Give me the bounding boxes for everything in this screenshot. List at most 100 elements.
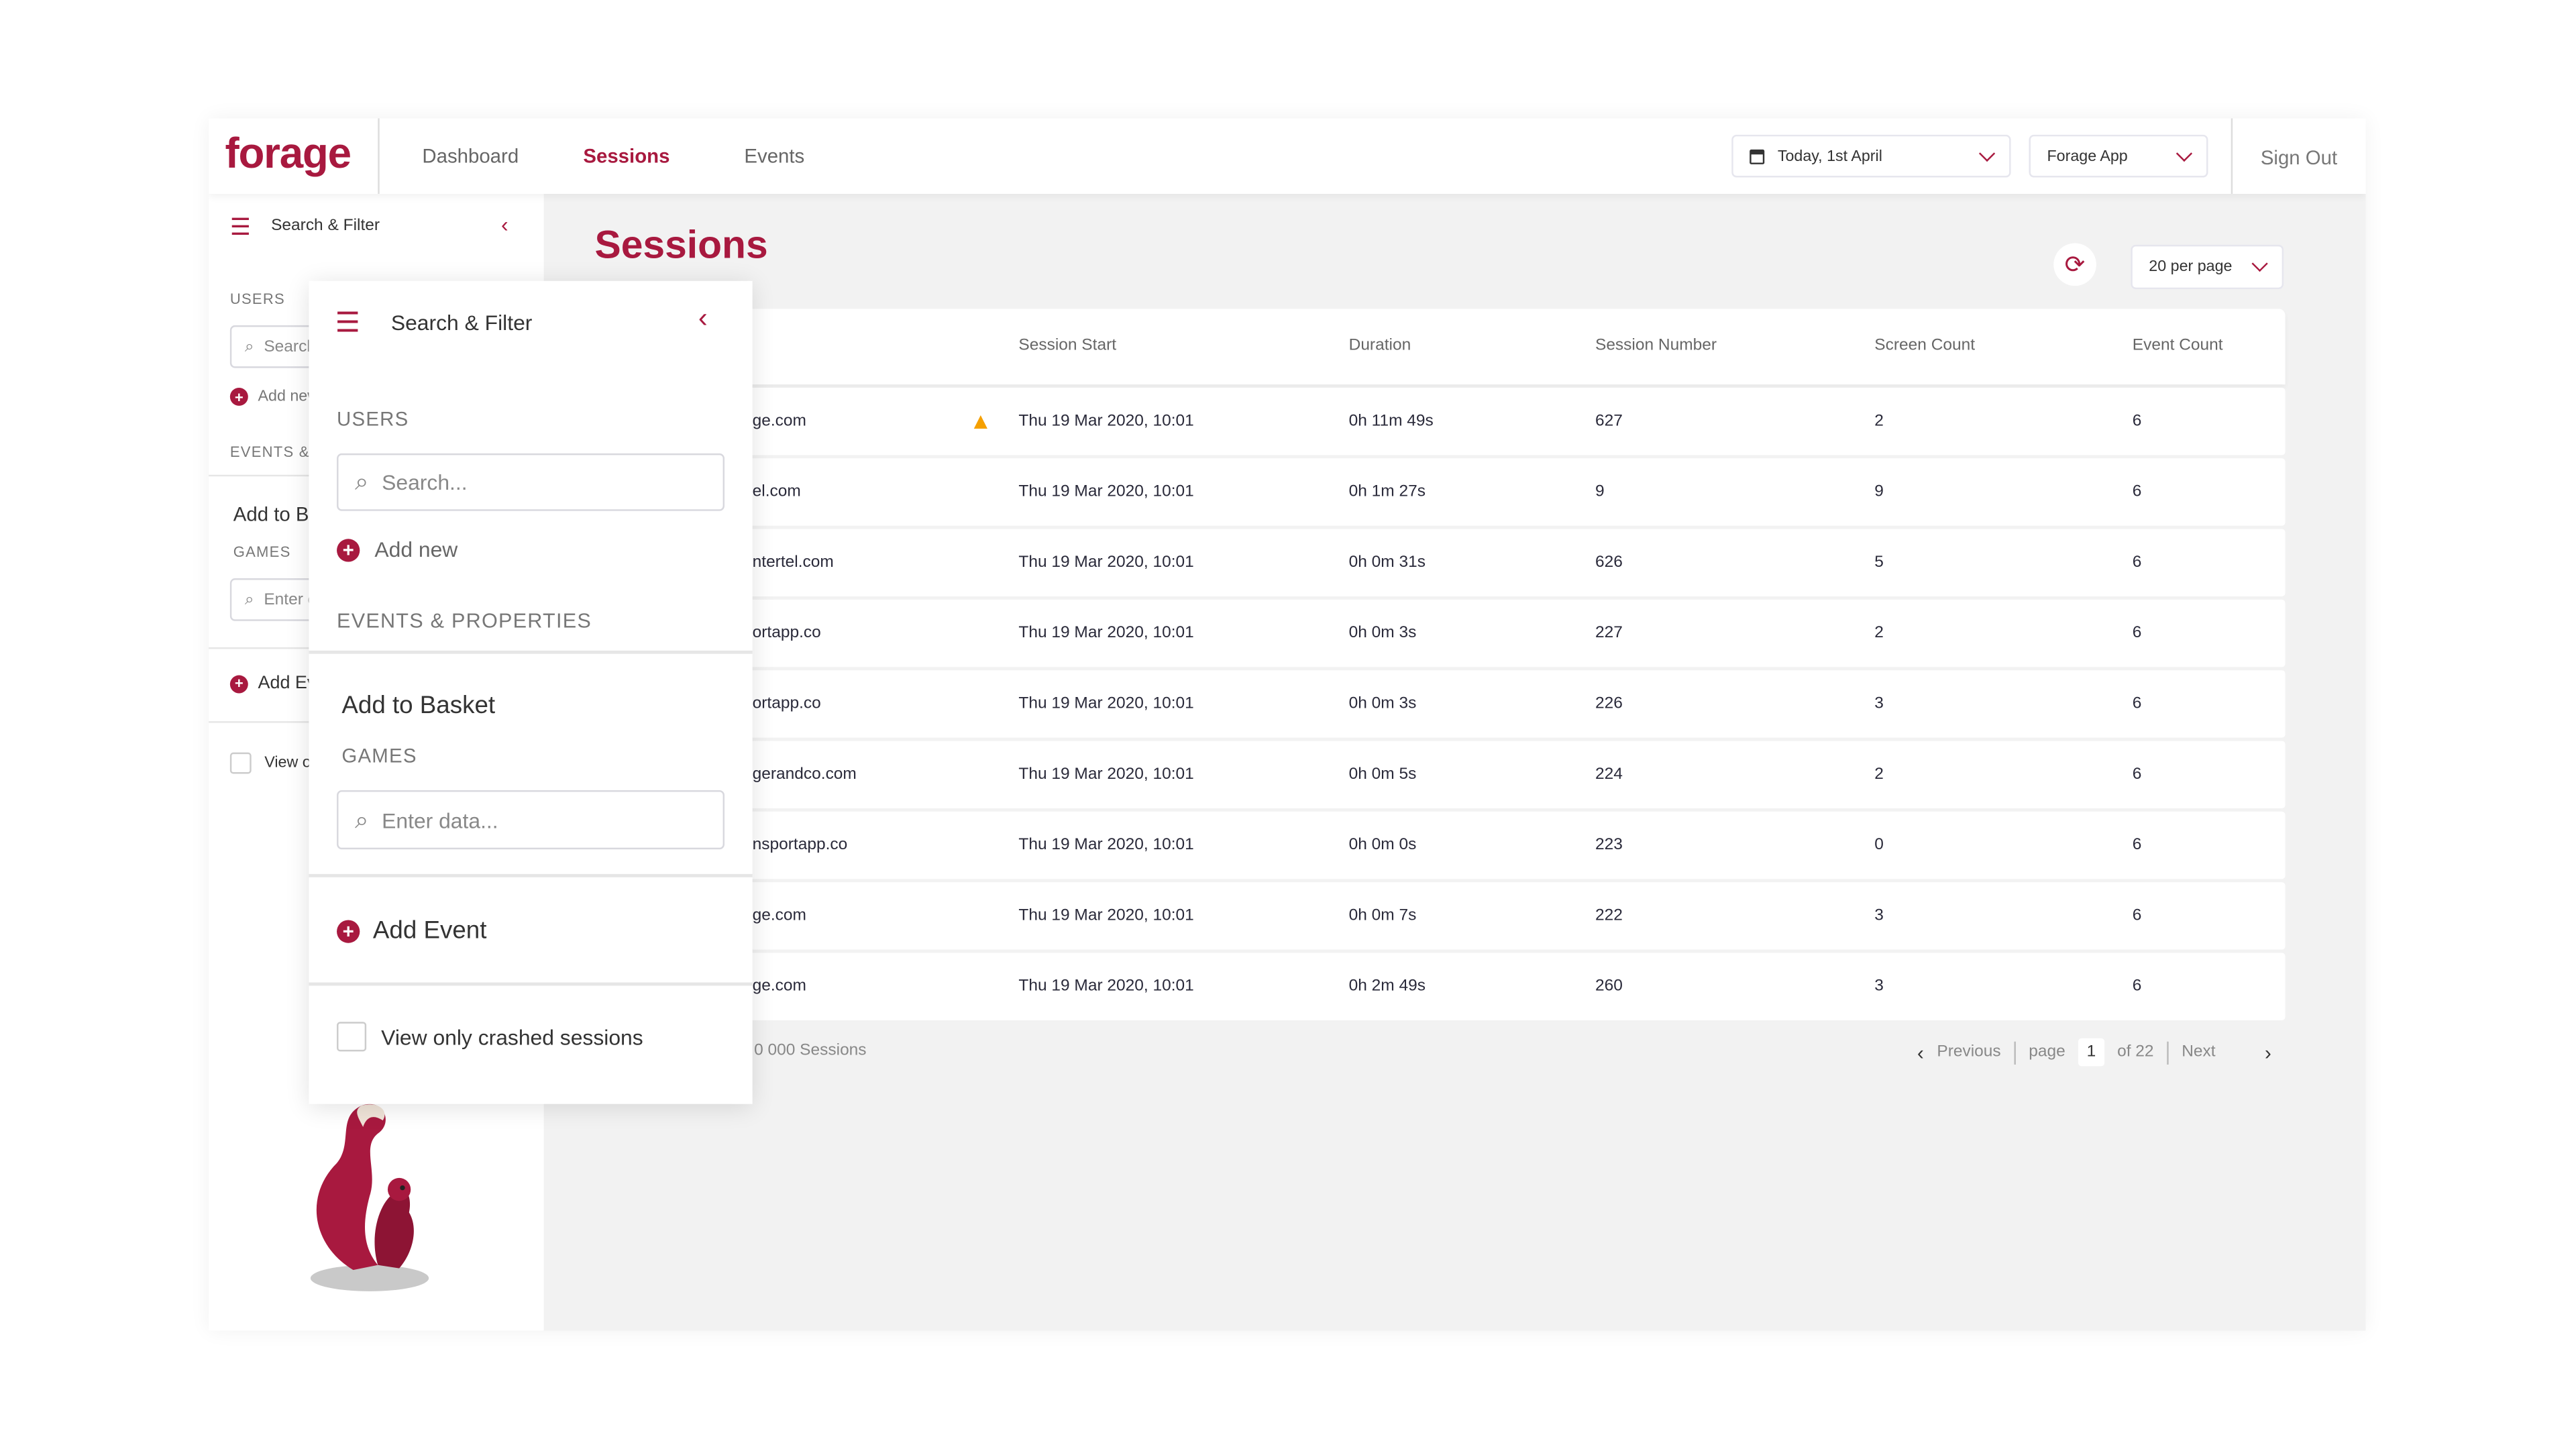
squirrel-mascot-illustration [310, 1104, 429, 1291]
duration-cell: 0h 0m 5s [1348, 765, 1417, 784]
table-row[interactable]: ortapp.co Thu 19 Mar 2020, 10:01 0h 0m 3s 2… [594, 599, 2286, 667]
prev-chevron-icon[interactable]: ‹ [1917, 1040, 1924, 1063]
app-select[interactable]: Forage App [2029, 134, 2208, 178]
search-filter-panel: ☰ Search & Filter ‹ USERS ⌕ Search... + Ad… [309, 280, 753, 1104]
start-cell: Thu 19 Mar 2020, 10:01 [1018, 694, 1194, 713]
add-user-button[interactable]: + Add new [337, 537, 458, 562]
nav-sessions[interactable]: Sessions [583, 145, 669, 168]
next-chevron-icon[interactable]: › [2265, 1040, 2271, 1063]
duration-cell: 0h 0m 3s [1348, 624, 1417, 643]
label: Add Event [372, 916, 487, 945]
add-user-button[interactable]: + Add new [229, 387, 319, 406]
column-header[interactable]: Session Start [1018, 309, 1116, 384]
search-icon: ⌕ [354, 806, 369, 834]
add-event-button[interactable]: + Add Event [337, 917, 486, 945]
property-label: GAMES [341, 744, 417, 767]
sidebar-title: Search & Filter [271, 217, 380, 235]
table-row[interactable]: ge.com Thu 19 Mar 2020, 10:01 0h 2m 49s 260… [594, 953, 2286, 1020]
number-cell: 627 [1595, 412, 1623, 431]
app-select-value: Forage App [2047, 147, 2128, 166]
column-header[interactable]: Session Number [1595, 309, 1717, 384]
user-cell: gerandco.com [752, 765, 857, 784]
page-title: Sessions [594, 223, 768, 268]
nav-dashboard[interactable]: Dashboard [422, 145, 519, 168]
table-row[interactable]: ge.com ▲ Thu 19 Mar 2020, 10:01 0h 11m 49s 6… [594, 387, 2286, 455]
table-row[interactable]: nsportapp.co Thu 19 Mar 2020, 10:01 0h 0m … [594, 811, 2286, 879]
number-cell: 222 [1595, 906, 1623, 925]
top-header: forage Dashboard Sessions Events Today, … [209, 118, 2366, 194]
warning-icon: ▲ [969, 407, 992, 434]
table-row[interactable]: gerandco.com Thu 19 Mar 2020, 10:01 0h 0m … [594, 741, 2286, 808]
events-cell: 6 [2132, 624, 2142, 643]
number-cell: 9 [1595, 483, 1605, 501]
number-cell: 260 [1595, 977, 1623, 996]
property-input[interactable]: ⌕ Enter data... [337, 790, 725, 850]
property-label: GAMES [233, 543, 291, 561]
per-page-value: 20 per page [2149, 258, 2233, 276]
table-row[interactable]: ge.com Thu 19 Mar 2020, 10:01 0h 0m 7s 222 3… [594, 882, 2286, 950]
events-cell: 6 [2132, 977, 2142, 996]
crashed-only-checkbox[interactable]: View only crashed sessions [337, 1022, 643, 1052]
table-row[interactable]: ntertel.com Thu 19 Mar 2020, 10:01 0h 0m 3… [594, 529, 2286, 596]
collapse-chevron-icon[interactable]: ‹ [698, 303, 708, 335]
events-cell: 6 [2132, 836, 2142, 855]
table-row[interactable]: ortapp.co Thu 19 Mar 2020, 10:01 0h 0m 3s 2… [594, 670, 2286, 738]
refresh-button[interactable]: ⟳ [2053, 243, 2096, 286]
page-input[interactable]: 1 [2078, 1038, 2104, 1067]
filter-sliders-icon: ☰ [229, 213, 251, 240]
start-cell: Thu 19 Mar 2020, 10:01 [1018, 836, 1194, 855]
divider [2231, 118, 2233, 194]
users-search-input[interactable]: ⌕ Search... [337, 453, 725, 511]
placeholder: Search... [382, 470, 468, 495]
divider [309, 873, 753, 877]
start-cell: Thu 19 Mar 2020, 10:01 [1018, 977, 1194, 996]
sessions-total: 0 000 Sessions [754, 1041, 867, 1060]
divider [378, 118, 380, 194]
divider [2167, 1040, 2169, 1064]
number-cell: 223 [1595, 836, 1623, 855]
table-header: Session Start Duration Session Number Scree… [594, 309, 2286, 385]
event-name: Add to Basket [341, 692, 496, 720]
user-cell: ortapp.co [752, 694, 821, 713]
previous-button[interactable]: Previous [1937, 1043, 2000, 1061]
start-cell: Thu 19 Mar 2020, 10:01 [1018, 624, 1194, 643]
column-header[interactable]: Duration [1349, 309, 1411, 384]
user-cell: ge.com [752, 977, 806, 996]
user-cell: ge.com [752, 412, 806, 431]
collapse-chevron-icon[interactable]: ‹ [501, 212, 508, 237]
user-cell: ge.com [752, 906, 806, 925]
number-cell: 626 [1595, 553, 1623, 572]
users-label: USERS [229, 290, 285, 307]
search-icon: ⌕ [244, 337, 254, 356]
plus-icon: + [337, 538, 360, 561]
table-row[interactable]: el.com Thu 19 Mar 2020, 10:01 0h 1m 27s 9 9 6 [594, 458, 2286, 526]
sessions-table: Session Start Duration Session Number Scree… [594, 309, 2286, 1020]
events-cell: 6 [2132, 483, 2142, 501]
date-select[interactable]: Today, 1st April [1731, 134, 2011, 178]
search-icon: ⌕ [244, 590, 254, 609]
per-page-select[interactable]: 20 per page [2131, 244, 2284, 290]
number-cell: 224 [1595, 765, 1623, 784]
column-header[interactable]: Event Count [2133, 309, 2223, 384]
events-label: EVENTS & PROPERTIES [337, 609, 592, 633]
divider [309, 982, 753, 986]
forage-logo[interactable]: forage [225, 128, 352, 179]
checkbox[interactable] [229, 752, 252, 774]
search-icon: ⌕ [354, 468, 369, 496]
number-cell: 226 [1595, 694, 1623, 713]
duration-cell: 0h 0m 0s [1348, 836, 1417, 855]
label: View only crashed sessions [381, 1024, 643, 1049]
nav-events[interactable]: Events [744, 145, 804, 168]
column-header[interactable]: Screen Count [1874, 309, 1975, 384]
chevron-down-icon [2251, 255, 2268, 272]
events-cell: 6 [2132, 694, 2142, 713]
screens-cell: 3 [1874, 977, 1884, 996]
start-cell: Thu 19 Mar 2020, 10:01 [1018, 765, 1194, 784]
refresh-icon: ⟳ [2064, 251, 2086, 280]
next-button[interactable]: Next [2182, 1043, 2215, 1061]
duration-cell: 0h 0m 7s [1348, 906, 1417, 925]
app-window: forage Dashboard Sessions Events Today, … [209, 118, 2366, 1331]
sign-out-link[interactable]: Sign Out [2261, 146, 2337, 169]
checkbox[interactable] [337, 1022, 367, 1052]
chevron-down-icon [1978, 144, 1996, 161]
